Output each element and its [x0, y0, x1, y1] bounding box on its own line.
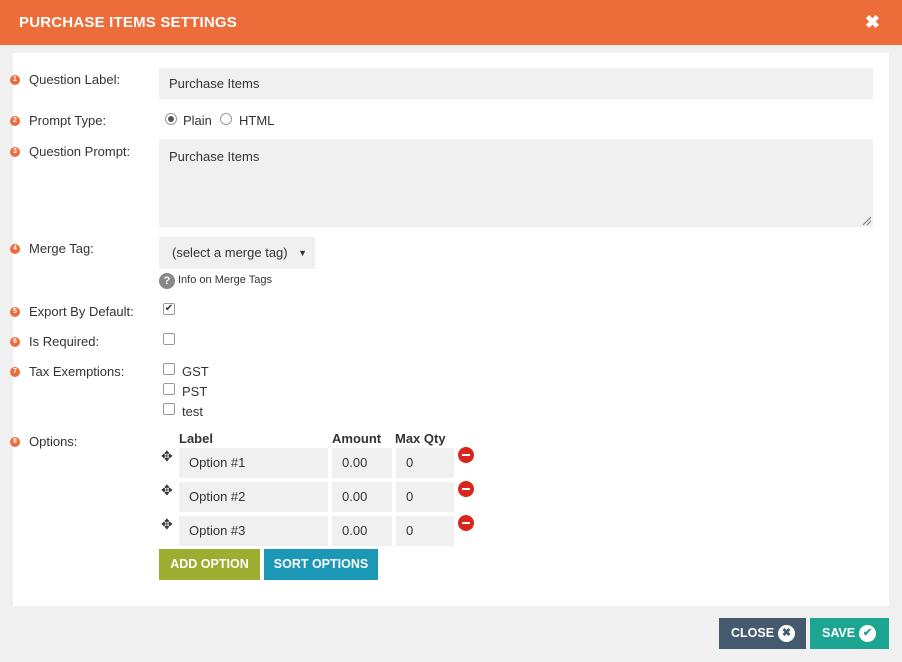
export-default-label: Export By Default: [29, 304, 134, 319]
tax-gst-label[interactable]: GST [182, 364, 209, 379]
drag-handle-icon[interactable]: ✥ [161, 483, 175, 497]
drag-handle-icon[interactable]: ✥ [161, 517, 175, 531]
close-icon[interactable]: ✖ [865, 12, 880, 33]
prompt-type-html-radio[interactable] [220, 113, 232, 125]
close-button-label: CLOSE [731, 626, 775, 640]
options-label: Options: [29, 434, 78, 449]
prompt-type-label: Prompt Type: [29, 113, 107, 128]
sort-options-button[interactable]: SORT OPTIONS [264, 549, 378, 580]
question-prompt-textarea[interactable]: Purchase Items [159, 139, 873, 227]
prompt-type-html-label[interactable]: HTML [239, 113, 274, 128]
help-icon[interactable]: ? [159, 273, 175, 289]
option-1-maxqty-input[interactable]: 0 [396, 448, 454, 478]
resize-handle[interactable] [863, 217, 871, 225]
question-prompt-label: Question Prompt: [29, 144, 131, 159]
export-default-checkbox[interactable]: ✔ [163, 303, 175, 315]
drag-handle-icon[interactable]: ✥ [161, 449, 175, 463]
add-option-button[interactable]: ADD OPTION [159, 549, 260, 580]
tax-test-checkbox[interactable] [163, 403, 175, 415]
save-button-label: SAVE [822, 626, 856, 640]
option-2-maxqty-input[interactable]: 0 [396, 482, 454, 512]
tax-exemptions-label: Tax Exemptions: [29, 364, 125, 379]
remove-option-3-icon[interactable] [458, 515, 474, 531]
tax-pst-checkbox[interactable] [163, 383, 175, 395]
step-3-badge: 3 [10, 147, 20, 157]
prompt-type-plain-label[interactable]: Plain [183, 113, 212, 128]
step-7-badge: 7 [10, 367, 20, 377]
option-2-amount-input[interactable]: 0.00 [332, 482, 392, 512]
option-2-label-input[interactable]: Option #2 [179, 482, 328, 512]
merge-tag-info-link[interactable]: Info on Merge Tags [178, 274, 272, 286]
options-col-label: Label [179, 431, 213, 446]
step-1-badge: 1 [10, 75, 20, 85]
step-6-badge: 6 [10, 337, 20, 347]
merge-tag-selected: (select a merge tag) [172, 245, 288, 260]
question-label-input[interactable] [159, 68, 873, 99]
close-circle-icon: ✖ [778, 625, 795, 642]
step-5-badge: 5 [10, 307, 20, 317]
prompt-type-plain-radio[interactable] [165, 113, 177, 125]
is-required-checkbox[interactable] [163, 333, 175, 345]
option-3-amount-input[interactable]: 0.00 [332, 516, 392, 546]
dialog-header: PURCHASE ITEMS SETTINGS ✖ [0, 0, 902, 45]
is-required-label: Is Required: [29, 334, 100, 349]
close-button[interactable]: CLOSE ✖ [719, 618, 806, 649]
option-3-label-input[interactable]: Option #3 [179, 516, 328, 546]
tax-test-label[interactable]: test [182, 404, 203, 419]
merge-tag-label: Merge Tag: [29, 241, 94, 256]
dialog-title: PURCHASE ITEMS SETTINGS [19, 14, 237, 31]
check-circle-icon: ✔ [859, 625, 876, 642]
options-col-amount: Amount [332, 431, 382, 446]
merge-tag-select[interactable]: (select a merge tag) ▼ [159, 237, 315, 269]
step-8-badge: 8 [10, 437, 20, 447]
step-2-badge: 2 [10, 116, 20, 126]
option-1-amount-input[interactable]: 0.00 [332, 448, 392, 478]
chevron-down-icon: ▼ [298, 248, 307, 258]
remove-option-2-icon[interactable] [458, 481, 474, 497]
option-3-maxqty-input[interactable]: 0 [396, 516, 454, 546]
step-4-badge: 4 [10, 244, 20, 254]
option-1-label-input[interactable]: Option #1 [179, 448, 328, 478]
question-prompt-value: Purchase Items [169, 149, 260, 164]
save-button[interactable]: SAVE ✔ [810, 618, 889, 649]
question-label-label: Question Label: [29, 72, 121, 87]
tax-pst-label[interactable]: PST [182, 384, 207, 399]
tax-gst-checkbox[interactable] [163, 363, 175, 375]
remove-option-1-icon[interactable] [458, 447, 474, 463]
options-col-maxqty: Max Qty [395, 431, 446, 446]
